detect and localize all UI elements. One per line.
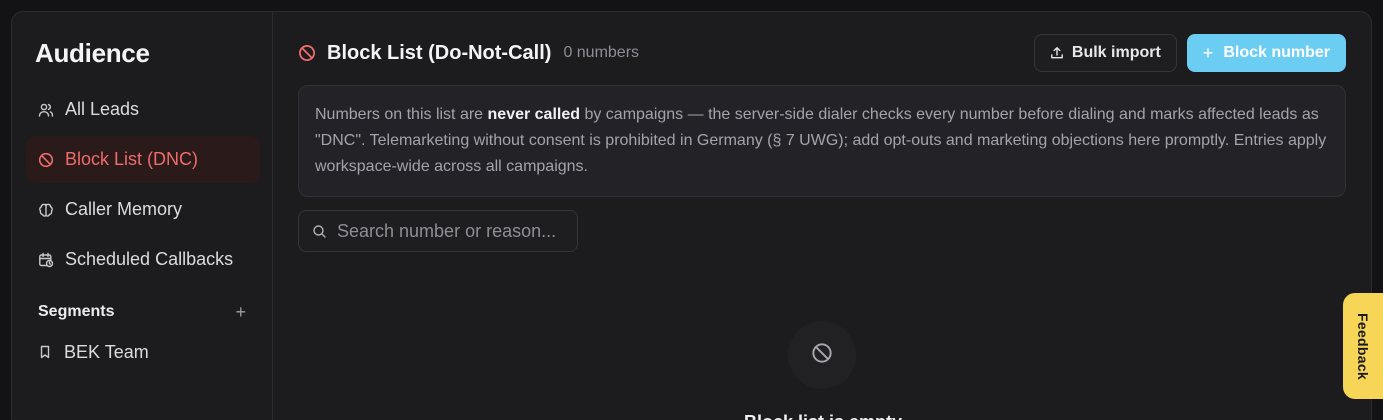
dnc-notice: Numbers on this list are never called by… (298, 85, 1346, 197)
add-segment-button[interactable]: + (235, 303, 246, 321)
notice-emphasis: never called (487, 106, 581, 123)
segment-item-bek-team[interactable]: BEK Team (26, 332, 260, 372)
bookmark-icon (38, 345, 52, 359)
segments-header: Segments + (38, 303, 246, 321)
empty-state-icon-circle (788, 321, 856, 389)
sidebar-item-caller-memory[interactable]: Caller Memory (26, 186, 260, 233)
sidebar-title: Audience (35, 38, 150, 68)
page-header: Block List (Do-Not-Call) 0 numbers Bulk … (298, 12, 1346, 94)
search-icon (312, 224, 327, 239)
segments-label: Segments (38, 303, 115, 320)
users-icon (38, 102, 54, 118)
plus-icon: + (1202, 43, 1214, 63)
notice-prefix: Numbers on this list are (315, 106, 488, 123)
page-title: Block List (Do-Not-Call) (327, 41, 552, 64)
feedback-label: Feedback (1355, 312, 1371, 380)
sidebar-item-scheduled-callbacks[interactable]: Scheduled Callbacks (26, 236, 260, 283)
bulk-import-button[interactable]: Bulk import (1033, 34, 1177, 72)
block-number-button[interactable]: + Block number (1186, 34, 1346, 72)
bulk-import-label: Bulk import (1071, 44, 1161, 61)
sidebar-item-label: Block List (DNC) (65, 149, 199, 169)
number-count: 0 numbers (563, 44, 640, 61)
sidebar-item-all-leads[interactable]: All Leads (26, 86, 260, 133)
main-content: Block List (Do-Not-Call) 0 numbers Bulk … (273, 12, 1371, 420)
ban-icon (38, 152, 54, 168)
sidebar-item-label: Caller Memory (65, 199, 183, 219)
segment-label: BEK Team (64, 341, 149, 362)
block-number-label: Block number (1223, 44, 1330, 61)
sidebar-item-block-list[interactable]: Block List (DNC) (26, 136, 260, 183)
search-input[interactable] (337, 220, 557, 242)
brain-icon (38, 202, 54, 218)
sidebar: Audience All Leads Block List (DNC) Call… (12, 12, 273, 420)
app-window: Audience All Leads Block List (DNC) Call… (11, 11, 1372, 420)
feedback-tab[interactable]: Feedback (1343, 293, 1383, 399)
sidebar-item-label: Scheduled Callbacks (65, 249, 234, 269)
ban-icon (811, 342, 833, 369)
sidebar-item-label: All Leads (65, 99, 140, 119)
empty-state-title: Block list is empty (723, 412, 923, 420)
calendar-clock-icon (38, 252, 54, 268)
ban-icon (298, 44, 316, 62)
search-box[interactable] (298, 210, 578, 252)
upload-icon (1050, 46, 1064, 60)
